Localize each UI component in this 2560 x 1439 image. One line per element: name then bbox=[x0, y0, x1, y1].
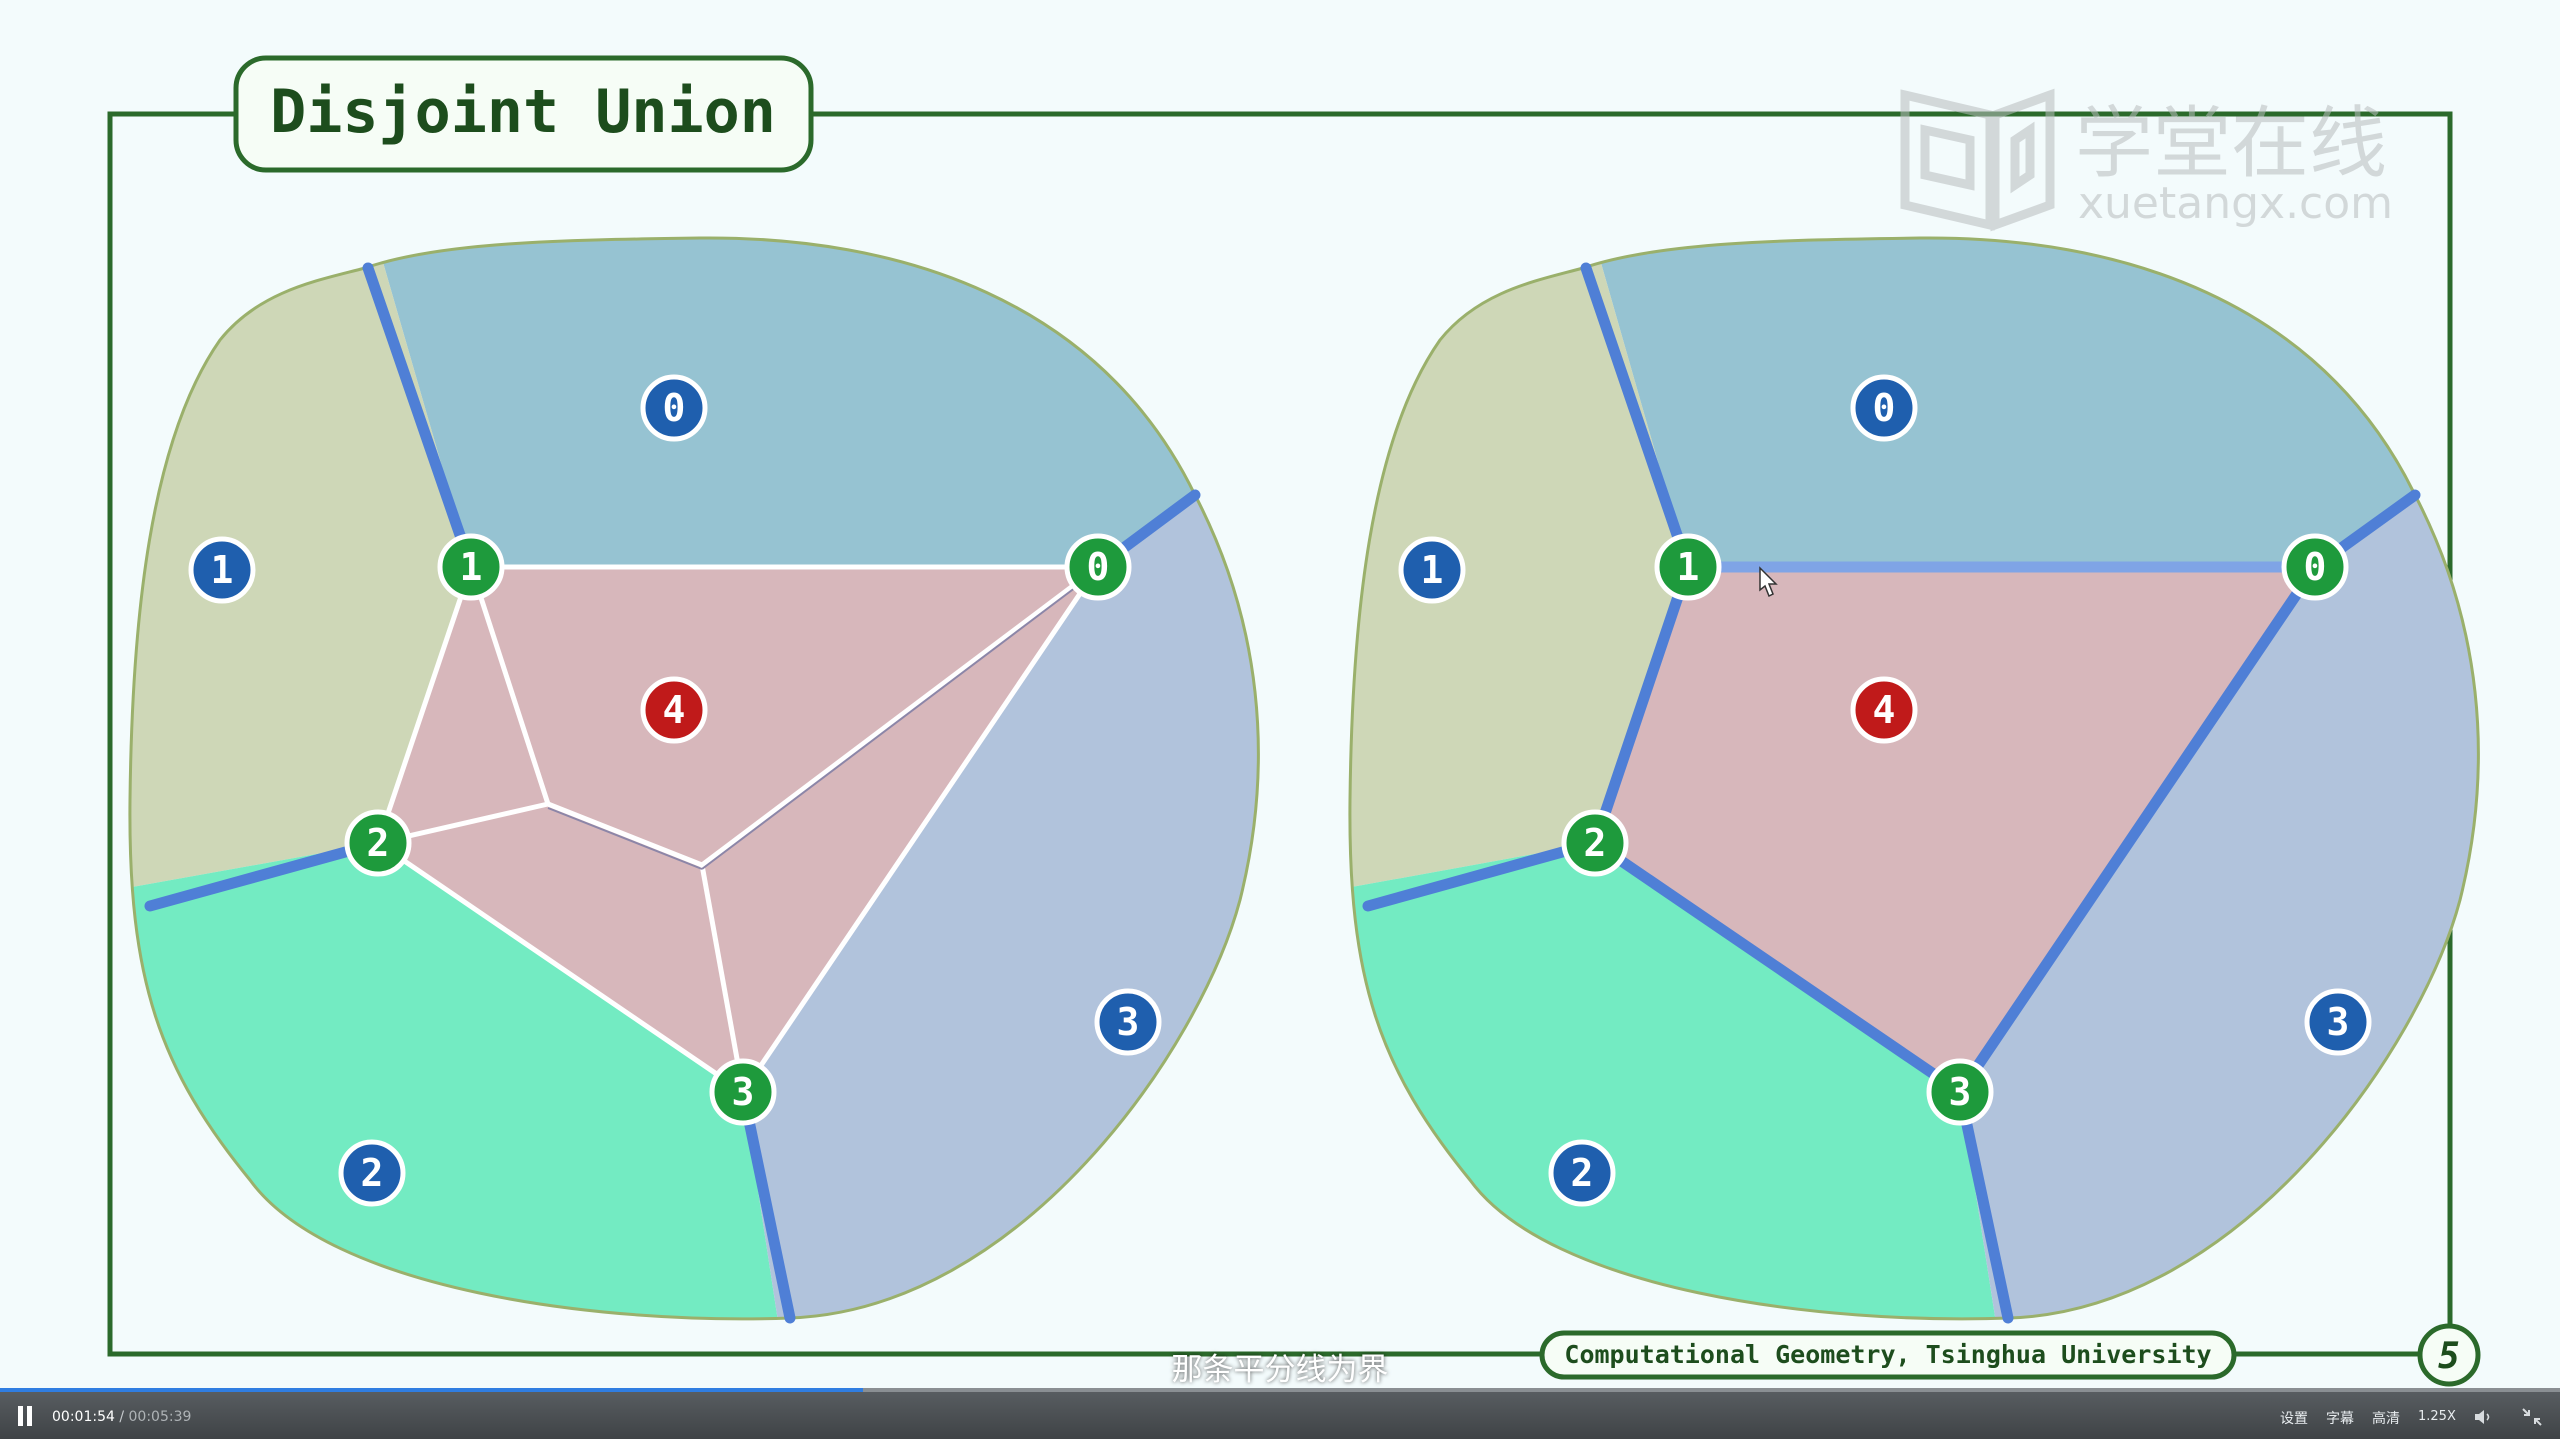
right-site-2: 2 bbox=[1548, 1139, 1616, 1207]
svg-text:0: 0 bbox=[1087, 545, 1110, 589]
time-display: 00:01:54 / 00:05:39 bbox=[52, 1409, 191, 1425]
right-site-1: 1 bbox=[1398, 536, 1466, 604]
right-site-3: 3 bbox=[2304, 988, 2372, 1056]
watermark-brand: 学堂在线 bbox=[2075, 99, 2387, 189]
left-vertex-0: 0 bbox=[1064, 533, 1132, 601]
svg-text:3: 3 bbox=[2327, 1000, 2350, 1044]
left-vertex-1: 1 bbox=[437, 533, 505, 601]
right-region-0 bbox=[1583, 237, 2479, 567]
current-time: 00:01:54 bbox=[52, 1409, 115, 1425]
left-region-0 bbox=[365, 237, 1259, 567]
svg-text:1: 1 bbox=[460, 545, 483, 589]
time-separator: / bbox=[119, 1409, 125, 1425]
left-diagram: 0 1 2 3 4 0 1 2 3 bbox=[128, 236, 1260, 1324]
svg-text:2: 2 bbox=[367, 821, 390, 865]
left-site-4: 4 bbox=[640, 676, 708, 744]
right-site-4: 4 bbox=[1850, 676, 1918, 744]
svg-text:0: 0 bbox=[1873, 386, 1896, 430]
video-subtitle: 那条平分线为界 bbox=[1171, 1352, 1389, 1388]
svg-text:4: 4 bbox=[663, 688, 686, 732]
right-vertex-0: 0 bbox=[2281, 533, 2349, 601]
left-site-2: 2 bbox=[338, 1139, 406, 1207]
right-site-0: 0 bbox=[1850, 374, 1918, 442]
svg-text:4: 4 bbox=[1873, 688, 1896, 732]
volume-icon[interactable] bbox=[2472, 1406, 2494, 1428]
svg-text:1: 1 bbox=[1421, 548, 1444, 592]
left-site-3: 3 bbox=[1094, 988, 1162, 1056]
speed-button[interactable]: 1.25X bbox=[2418, 1409, 2456, 1424]
settings-button[interactable]: 设置 bbox=[2280, 1408, 2308, 1428]
svg-text:2: 2 bbox=[1584, 821, 1607, 865]
slide-title: Disjoint Union bbox=[270, 77, 776, 147]
left-vertex-3: 3 bbox=[709, 1058, 777, 1126]
progress-bar-fill bbox=[0, 1388, 863, 1392]
svg-text:3: 3 bbox=[1117, 1000, 1140, 1044]
svg-text:0: 0 bbox=[663, 386, 686, 430]
right-vertex-2: 2 bbox=[1561, 809, 1629, 877]
video-control-bar bbox=[0, 1388, 2560, 1439]
duration: 00:05:39 bbox=[128, 1409, 192, 1425]
svg-text:0: 0 bbox=[2304, 545, 2327, 589]
right-vertex-1: 1 bbox=[1654, 533, 1722, 601]
captions-button[interactable]: 字幕 bbox=[2326, 1408, 2354, 1428]
left-vertex-2: 2 bbox=[344, 809, 412, 877]
svg-text:1: 1 bbox=[211, 548, 234, 592]
left-site-0: 0 bbox=[640, 374, 708, 442]
svg-text:3: 3 bbox=[1949, 1070, 1972, 1114]
pause-icon bbox=[18, 1406, 23, 1426]
pause-button[interactable] bbox=[16, 1406, 34, 1426]
left-site-1: 1 bbox=[188, 536, 256, 604]
svg-text:2: 2 bbox=[1571, 1151, 1594, 1195]
right-diagram: 0 1 2 3 4 0 1 2 3 bbox=[1348, 236, 2480, 1324]
slide-canvas: Disjoint Union 学堂在线 xuetangx.com 0 1 2 3… bbox=[107, 55, 2481, 1387]
svg-text:2: 2 bbox=[361, 1151, 384, 1195]
title-box: Disjoint Union bbox=[233, 55, 814, 173]
svg-text:3: 3 bbox=[732, 1070, 755, 1114]
exit-fullscreen-icon[interactable] bbox=[2520, 1406, 2544, 1428]
right-vertex-3: 3 bbox=[1926, 1058, 1994, 1126]
svg-text:1: 1 bbox=[1677, 545, 1700, 589]
watermark-domain: xuetangx.com bbox=[2078, 178, 2393, 229]
progress-bar[interactable] bbox=[0, 1388, 2560, 1392]
xuetangx-watermark: 学堂在线 xuetangx.com bbox=[1900, 88, 2393, 232]
quality-button[interactable]: 高清 bbox=[2372, 1408, 2400, 1428]
